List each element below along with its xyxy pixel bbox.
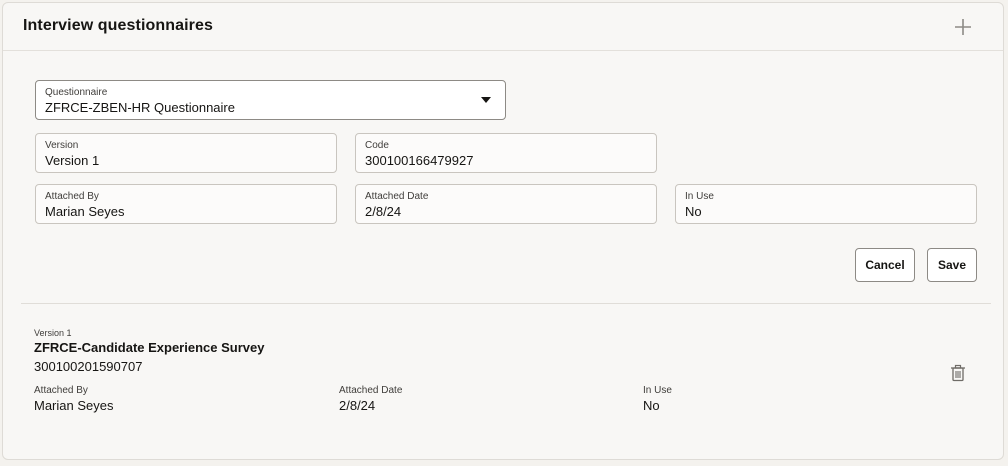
version-value: Version 1 bbox=[45, 153, 100, 168]
item-in-use-value: No bbox=[643, 398, 660, 413]
in-use-value: No bbox=[685, 204, 702, 219]
panel-header: Interview questionnaires bbox=[3, 3, 1003, 51]
attached-date-label: Attached Date bbox=[365, 191, 429, 202]
plus-icon[interactable] bbox=[951, 15, 975, 39]
questionnaire-value: ZFRCE-ZBEN-HR Questionnaire bbox=[45, 100, 235, 115]
attached-date-field: Attached Date 2/8/24 bbox=[355, 184, 657, 224]
item-attached-date-value: 2/8/24 bbox=[339, 398, 376, 413]
item-attached-by-value: Marian Seyes bbox=[34, 398, 114, 413]
panel-title: Interview questionnaires bbox=[23, 17, 214, 34]
item-code: 300100201590707 bbox=[34, 359, 143, 374]
item-version: Version 1 bbox=[34, 328, 72, 338]
save-button[interactable]: Save bbox=[927, 248, 977, 282]
in-use-label: In Use bbox=[685, 191, 714, 202]
trash-icon[interactable] bbox=[949, 364, 967, 382]
chevron-down-icon[interactable] bbox=[481, 97, 491, 103]
questionnaire-label: Questionnaire bbox=[45, 87, 108, 98]
version-label: Version bbox=[45, 140, 79, 151]
interview-questionnaires-panel: Interview questionnaires Questionnaire Z… bbox=[2, 2, 1004, 460]
item-title: ZFRCE-Candidate Experience Survey bbox=[34, 340, 265, 355]
questionnaire-select[interactable]: Questionnaire ZFRCE-ZBEN-HR Questionnair… bbox=[35, 80, 506, 120]
item-attached-by-label: Attached By bbox=[34, 385, 88, 396]
cancel-button[interactable]: Cancel bbox=[855, 248, 915, 282]
attached-by-label: Attached By bbox=[45, 191, 99, 202]
version-field: Version Version 1 bbox=[35, 133, 337, 173]
code-value: 300100166479927 bbox=[365, 153, 474, 168]
code-field: Code 300100166479927 bbox=[355, 133, 657, 173]
item-attached-date-label: Attached Date bbox=[339, 385, 403, 396]
attached-by-value: Marian Seyes bbox=[45, 204, 125, 219]
in-use-field: In Use No bbox=[675, 184, 977, 224]
section-divider bbox=[21, 303, 991, 304]
attached-date-value: 2/8/24 bbox=[365, 204, 402, 219]
attached-by-field: Attached By Marian Seyes bbox=[35, 184, 337, 224]
item-in-use-label: In Use bbox=[643, 385, 672, 396]
code-label: Code bbox=[365, 140, 389, 151]
